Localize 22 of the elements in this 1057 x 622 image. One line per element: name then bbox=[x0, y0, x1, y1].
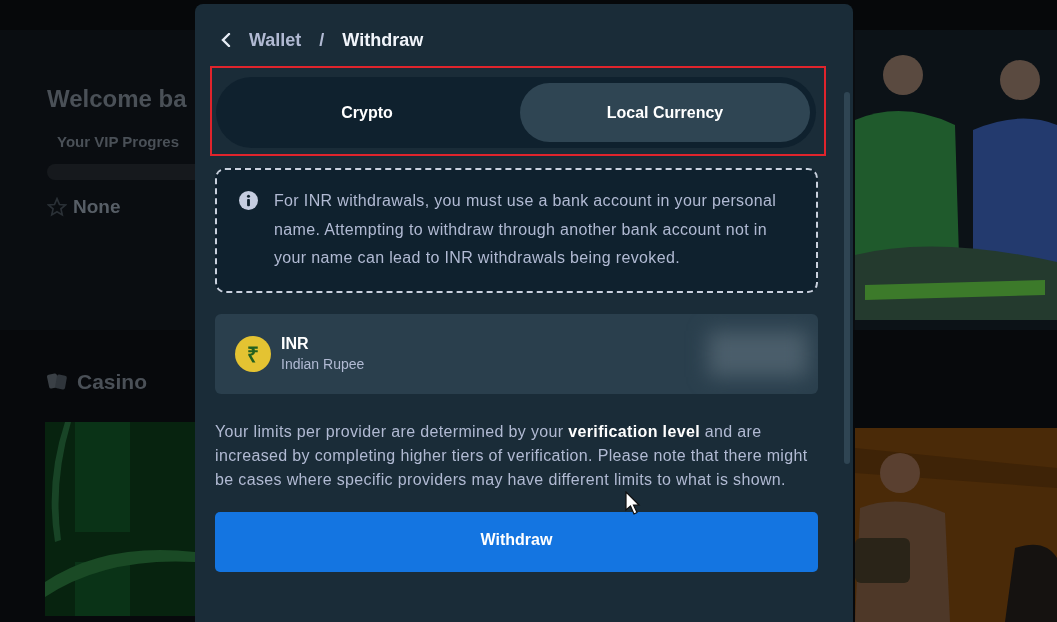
breadcrumb-separator: / bbox=[318, 29, 326, 51]
breadcrumb-link[interactable]: Wallet bbox=[249, 29, 302, 51]
breadcrumb-current: Withdraw bbox=[342, 29, 424, 51]
tab[interactable]: Local Currency bbox=[520, 83, 810, 142]
limits-note: Your limits per provider are determined by your verification level and are increased by completing higher tiers of verification. Please note that there might be cases where specific providers may have different limits to what is shown. bbox=[215, 421, 809, 490]
scrollbar-thumb[interactable] bbox=[844, 92, 850, 464]
info-icon bbox=[239, 191, 258, 210]
cursor-icon bbox=[625, 491, 641, 515]
welcome-heading: Welcome ba bbox=[47, 85, 188, 113]
notice-text: For INR withdrawals, you must use a bank account in your personal name. Attempting to withdraw through another bank account not in your name can lead to INR withdrawals being revoked. bbox=[274, 191, 778, 268]
star-icon bbox=[47, 197, 67, 217]
cards-icon bbox=[47, 372, 69, 392]
withdraw-button[interactable]: Withdraw bbox=[215, 511, 818, 572]
vip-tier-label: None bbox=[73, 196, 121, 218]
back-chevron-icon[interactable] bbox=[221, 33, 231, 47]
vip-progress-label: Your VIP Progres bbox=[57, 133, 180, 150]
currency-code: INR bbox=[281, 335, 310, 353]
tab[interactable]: Crypto bbox=[222, 83, 512, 142]
section-title: Casino bbox=[77, 370, 147, 394]
currency-card[interactable]: ₹ INR Indian Rupee bbox=[215, 313, 818, 394]
rupee-coin-icon: ₹ bbox=[235, 335, 271, 372]
currency-name: Indian Rupee bbox=[281, 356, 366, 372]
